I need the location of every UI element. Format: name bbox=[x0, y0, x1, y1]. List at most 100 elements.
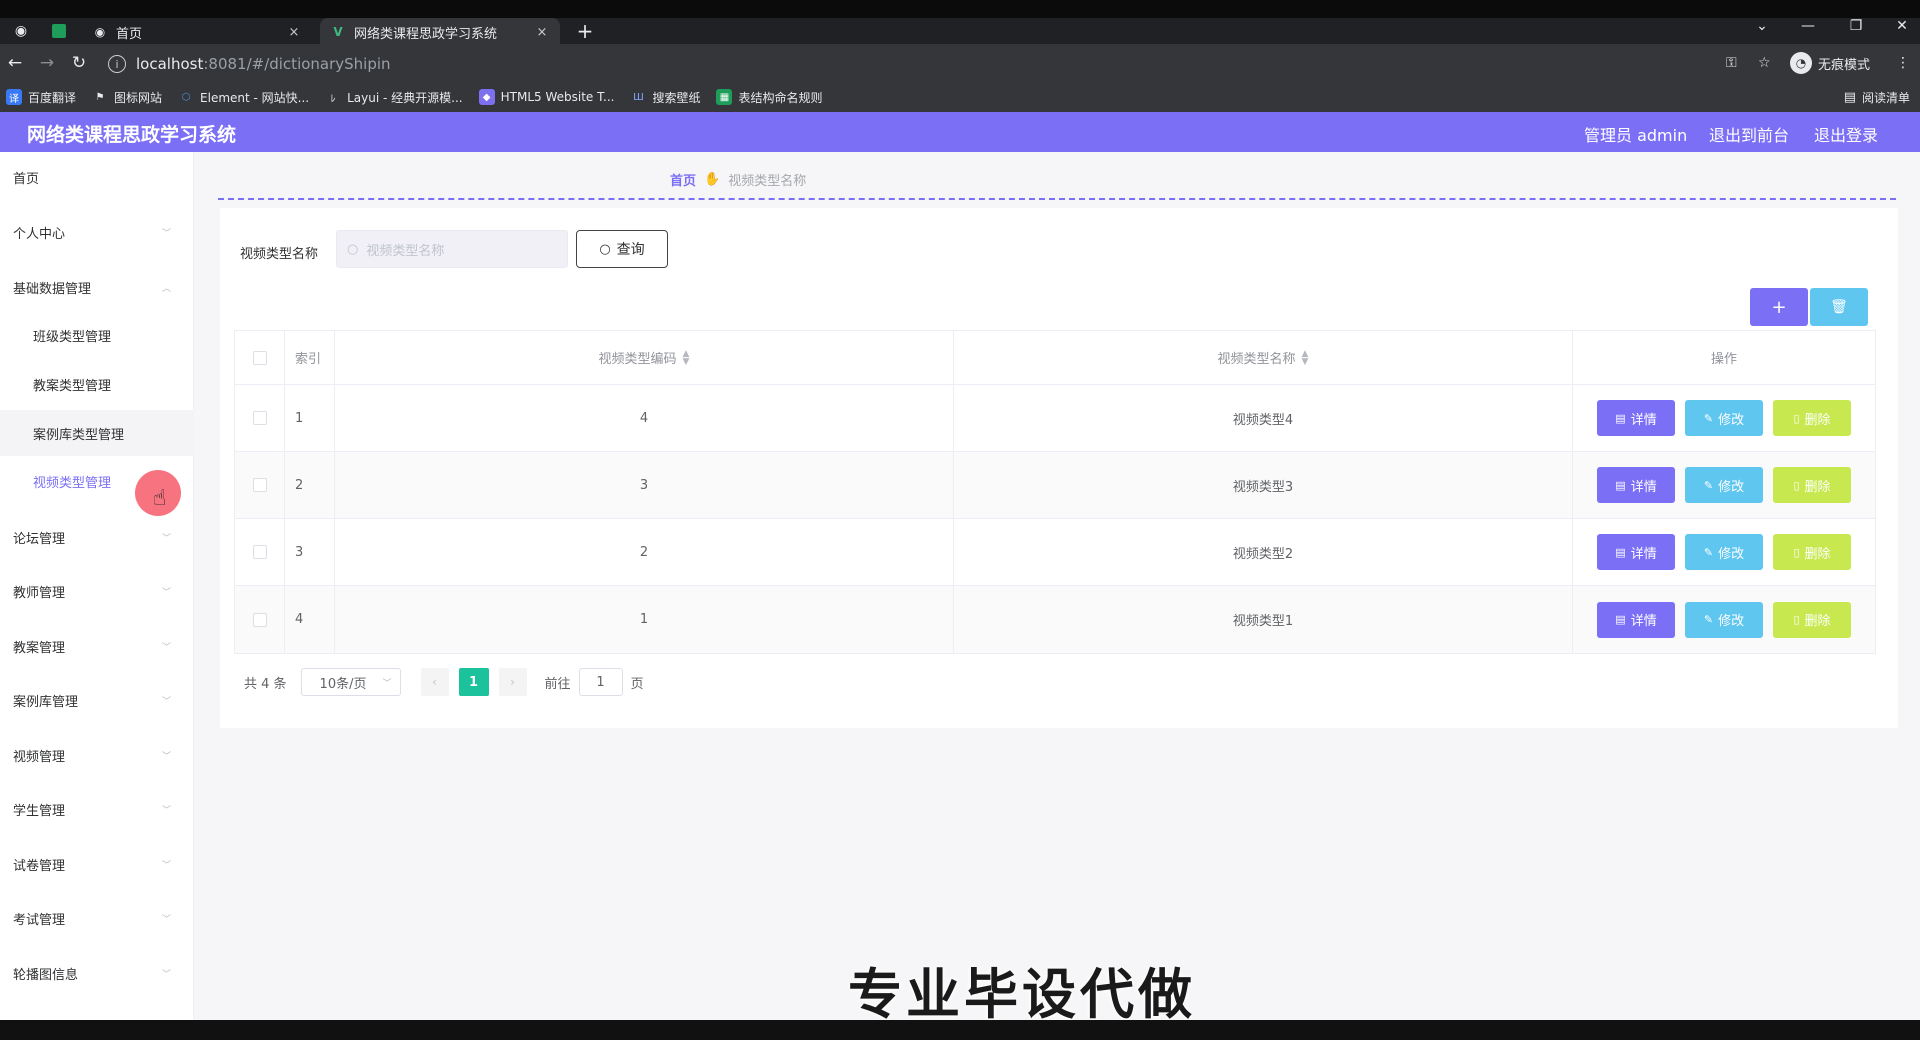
logout-link[interactable]: 退出登录 bbox=[1814, 122, 1878, 146]
row-checkbox[interactable] bbox=[252, 478, 267, 492]
bookmark-item[interactable]: ﾚ Layui - 经典开源模... bbox=[325, 89, 463, 106]
sidebar-item-paper[interactable]: 试卷管理 ﹀ bbox=[0, 839, 194, 889]
search-input[interactable]: ○ 视频类型名称 bbox=[336, 230, 568, 268]
edit-label: 修改 bbox=[1718, 614, 1745, 629]
sidebar-item-carousel[interactable]: 轮播图信息 ﹀ bbox=[0, 948, 194, 998]
chevron-down-icon: ﹀ bbox=[162, 860, 172, 871]
app-title: 网络类课程思政学习系统 bbox=[27, 124, 237, 146]
close-window-icon[interactable]: ✕ bbox=[1884, 16, 1920, 36]
trash-icon: ▯ bbox=[1793, 411, 1800, 425]
tab-home[interactable]: ◉ 首页 × bbox=[82, 18, 312, 46]
delete-button[interactable]: ▯ 删除 bbox=[1773, 400, 1851, 436]
submenu-item-plan-type[interactable]: 教案类型管理 bbox=[0, 361, 194, 407]
edit-label: 修改 bbox=[1718, 479, 1745, 495]
edit-button[interactable]: ✎ 修改 bbox=[1685, 534, 1763, 570]
goto-page-input[interactable]: 1 bbox=[578, 668, 623, 696]
url-host: localhost bbox=[136, 55, 204, 73]
edit-button[interactable]: ✎ 修改 bbox=[1685, 400, 1763, 436]
submenu-item-class-type[interactable]: 班级类型管理 bbox=[0, 312, 194, 358]
browser-tab-strip: ◉ ◉ 首页 × V 网络类课程思政学习系统 × + ⌄ — ❐ ✕ bbox=[0, 0, 1920, 46]
sidebar-item-video[interactable]: 视频管理 ﹀ bbox=[0, 730, 194, 780]
tab-active-app[interactable]: V 网络类课程思政学习系统 × bbox=[320, 18, 560, 46]
sidebar-item-forum[interactable]: 论坛管理 ﹀ bbox=[0, 512, 194, 562]
sidebar-item-case[interactable]: 案例库管理 ﹀ bbox=[0, 675, 194, 725]
detail-button[interactable]: ▤ 详情 bbox=[1597, 467, 1675, 503]
delete-button[interactable]: ▯ 删除 bbox=[1773, 467, 1851, 503]
row-checkbox[interactable] bbox=[252, 545, 267, 559]
row-checkbox[interactable] bbox=[252, 612, 267, 627]
breadcrumb-home[interactable]: 首页 bbox=[670, 170, 696, 189]
delete-button[interactable]: ▯ 删除 bbox=[1773, 534, 1851, 570]
incognito-indicator[interactable]: ◔ 无痕模式 bbox=[1790, 50, 1870, 76]
batch-delete-button[interactable]: 🗑 bbox=[1810, 288, 1868, 326]
detail-button[interactable]: ▤ 详情 bbox=[1597, 601, 1675, 638]
close-icon[interactable]: × bbox=[534, 25, 550, 40]
sidebar-item-home[interactable]: 首页 bbox=[0, 152, 194, 202]
sort-icon[interactable]: ▲ ▼ bbox=[1302, 349, 1309, 366]
edit-button[interactable]: ✎ 修改 bbox=[1685, 601, 1763, 638]
info-icon[interactable]: i bbox=[108, 55, 126, 73]
edit-label: 修改 bbox=[1718, 546, 1745, 562]
address-bar[interactable]: i localhost :8081/#/dictionaryShipin bbox=[108, 51, 1748, 77]
cell-index: 3 bbox=[285, 519, 335, 585]
header-code[interactable]: 视频类型编码 ▲ ▼ bbox=[335, 331, 954, 384]
restore-icon[interactable]: ❐ bbox=[1838, 16, 1874, 36]
key-icon[interactable]: ⚿ bbox=[1726, 50, 1737, 76]
bookmark-item[interactable]: ◆ HTML5 Website T... bbox=[478, 89, 614, 105]
sidebar-item-teacher[interactable]: 教师管理 ﹀ bbox=[0, 566, 194, 616]
bookmark-item[interactable]: ⚑ 图标网站 bbox=[92, 89, 163, 106]
prev-page-button[interactable]: ‹ bbox=[420, 668, 449, 696]
sort-icon[interactable]: ▲ ▼ bbox=[683, 349, 690, 366]
bookmark-label: Layui - 经典开源模... bbox=[347, 90, 463, 105]
chevron-right-icon: › bbox=[510, 675, 515, 689]
select-all-checkbox[interactable] bbox=[252, 350, 267, 365]
row-checkbox[interactable] bbox=[252, 411, 267, 425]
url-path: :8081/#/dictionaryShipin bbox=[203, 55, 391, 73]
header-name-label: 视频类型名称 bbox=[1217, 352, 1296, 367]
sidebar-item-basic-data[interactable]: 基础数据管理 ︿ bbox=[0, 262, 194, 312]
new-tab-button[interactable]: + bbox=[572, 18, 598, 44]
next-page-button[interactable]: › bbox=[498, 668, 527, 696]
delete-button[interactable]: ▯ 删除 bbox=[1773, 601, 1851, 638]
reload-icon[interactable]: ↻ bbox=[66, 50, 92, 76]
detail-button[interactable]: ▤ 详情 bbox=[1597, 534, 1675, 570]
bookmark-item[interactable]: 译百度翻译 bbox=[6, 89, 76, 106]
sidebar-item-label: 论坛管理 bbox=[13, 531, 66, 547]
edit-button[interactable]: ✎ 修改 bbox=[1685, 467, 1763, 503]
sidebar-item-personal[interactable]: 个人中心 ﹀ bbox=[0, 207, 194, 257]
back-icon[interactable]: ← bbox=[2, 50, 28, 76]
submenu-item-case-type[interactable]: 案例库类型管理 bbox=[0, 410, 194, 456]
detail-label: 详情 bbox=[1630, 614, 1657, 629]
more-menu-icon[interactable]: ⋮ bbox=[1896, 50, 1910, 76]
bookmark-item[interactable]: Ш 搜索壁纸 bbox=[630, 89, 700, 106]
sidebar-item-plan[interactable]: 教案管理 ﹀ bbox=[0, 621, 194, 671]
sidebar-item-exam[interactable]: 考试管理 ﹀ bbox=[0, 893, 194, 943]
goto-label: 前往 bbox=[544, 676, 571, 692]
browser-menu-icon[interactable]: ◉ bbox=[8, 18, 34, 44]
cell-name: 视频类型2 bbox=[954, 519, 1573, 585]
minimize-icon[interactable]: — bbox=[1790, 16, 1826, 36]
layui-icon: ﾚ bbox=[330, 93, 336, 105]
bookmark-item[interactable]: ⬡ Element - 网站快... bbox=[178, 89, 309, 106]
header-name[interactable]: 视频类型名称 ▲ ▼ bbox=[954, 331, 1573, 384]
app-tab-icon[interactable] bbox=[46, 18, 72, 44]
reading-list[interactable]: ▤ 阅读清单 bbox=[1844, 82, 1910, 112]
close-icon[interactable]: × bbox=[286, 25, 302, 40]
bookmark-item[interactable]: ▦ 表结构命名规则 bbox=[716, 89, 822, 106]
detail-label: 详情 bbox=[1630, 546, 1657, 562]
sidebar-item-label: 轮播图信息 bbox=[13, 967, 79, 983]
sidebar-item-label: 教师管理 bbox=[13, 585, 66, 601]
exit-to-front-link[interactable]: 退出到前台 bbox=[1709, 122, 1789, 146]
submenu-item-label: 案例库类型管理 bbox=[33, 427, 125, 443]
chevron-down-icon: ﹀ bbox=[162, 533, 172, 544]
forward-icon[interactable]: → bbox=[34, 50, 60, 76]
detail-button[interactable]: ▤ 详情 bbox=[1597, 400, 1675, 436]
add-button[interactable]: + bbox=[1750, 288, 1808, 326]
current-page[interactable]: 1 bbox=[458, 668, 489, 696]
tab-search-icon[interactable]: ⌄ bbox=[1744, 16, 1780, 36]
star-icon[interactable]: ☆ bbox=[1758, 50, 1771, 76]
sidebar-item-student[interactable]: 学生管理 ﹀ bbox=[0, 784, 194, 834]
bookmark-label: 表结构命名规则 bbox=[738, 90, 823, 105]
page-size-select[interactable]: 10条/页 ﹀ bbox=[300, 668, 401, 696]
query-button[interactable]: ○ 查询 bbox=[576, 230, 668, 268]
